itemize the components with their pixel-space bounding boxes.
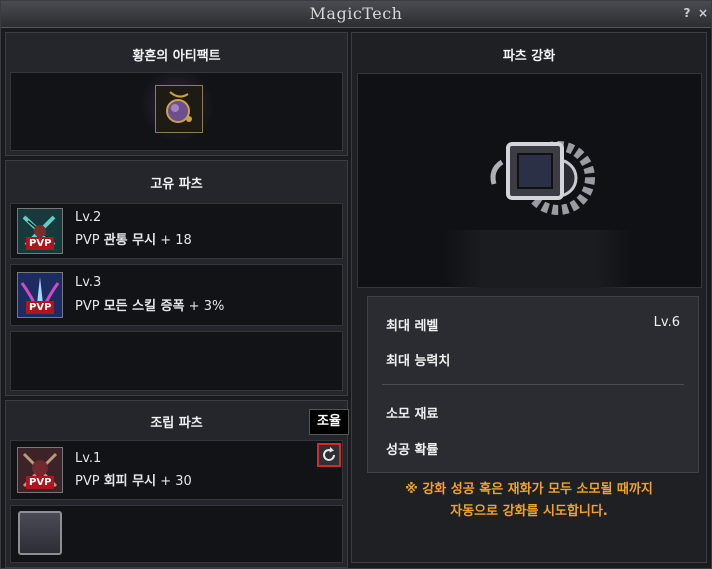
enhance-result-bar [444, 230, 634, 288]
tune-tooltip: 조율 [309, 409, 349, 435]
enhance-title: 파츠 강화 [502, 49, 556, 64]
success-rate-label: 성공 확률 [386, 443, 439, 458]
pvp-badge: PVP [26, 301, 55, 314]
max-stat-row: 최대 능력치 [386, 350, 680, 369]
part-prefix: PVP [75, 299, 100, 314]
gear-frame-icon[interactable] [486, 132, 598, 222]
assembly-parts-title: 조립 파츠 [150, 416, 203, 431]
pvp-crossed-swords-icon: PVP [17, 447, 63, 493]
artifact-title: 황혼의 아티팩트 [132, 49, 221, 64]
max-level-value: Lv.6 [653, 315, 680, 330]
window-title: MagicTech [309, 4, 403, 23]
material-row: 소모 재료 [386, 403, 680, 422]
pvp-badge: PVP [26, 476, 55, 489]
part-level: Lv.3 [75, 275, 102, 290]
tune-tooltip-text: 조율 [317, 414, 341, 429]
enhance-display-area [357, 73, 702, 288]
part-name: 관통 무시 [103, 233, 157, 248]
notice-line-2: 자동으로 강화를 시도합니다. [450, 504, 608, 519]
artifact-slot-area [10, 65, 343, 151]
part-value: + 3% [188, 299, 225, 314]
part-prefix: PVP [75, 233, 100, 248]
part-name: 회피 무시 [103, 474, 157, 489]
notice-line-1: ※ 강화 성공 혹은 재화가 모두 소모될 때까지 [405, 482, 653, 497]
refresh-button[interactable] [317, 443, 341, 467]
material-label: 소모 재료 [386, 407, 439, 422]
part-value: + 30 [160, 474, 192, 489]
unique-part-empty-slot [10, 331, 343, 391]
max-level-row: 최대 레벨 Lv.6 [386, 315, 680, 334]
title-bar[interactable]: MagicTech ? × [1, 1, 711, 28]
unique-parts-title: 고유 파츠 [150, 177, 203, 192]
help-button[interactable]: ? [679, 5, 695, 21]
unique-part-item-1[interactable]: PVP Lv.2 PVP 관통 무시 + 18 [10, 203, 343, 259]
max-stat-label: 최대 능력치 [386, 354, 451, 369]
part-name: 모든 스킬 증폭 [103, 299, 185, 314]
assembly-part-item-1[interactable]: PVP Lv.1 PVP 회피 무시 + 30 [10, 440, 343, 500]
pvp-blue-wings-icon: PVP [17, 272, 63, 318]
part-description: PVP 회피 무시 + 30 [75, 470, 192, 489]
unique-parts-panel: 고유 파츠 PVP Lv.2 PVP 관통 무시 + 18 PVP Lv.3 P… [5, 160, 348, 396]
close-button[interactable]: × [695, 5, 711, 21]
assembly-part-empty-area [10, 505, 343, 563]
stats-divider [382, 384, 684, 385]
refresh-icon [323, 447, 335, 461]
enhance-notice: ※ 강화 성공 혹은 재화가 모두 소모될 때까지 자동으로 강화를 시도합니다… [351, 479, 707, 523]
enhance-stats-box: 최대 레벨 Lv.6 최대 능력치 소모 재료 성공 확률 [367, 296, 699, 473]
unique-part-item-2[interactable]: PVP Lv.3 PVP 모든 스킬 증폭 + 3% [10, 264, 343, 326]
assembly-parts-panel: 조립 파츠 PVP Lv.1 PVP 회피 무시 + 30 [5, 400, 348, 568]
pvp-crossed-blades-icon: PVP [17, 208, 63, 254]
pendant-orb-icon[interactable] [155, 85, 203, 133]
max-level-label: 최대 레벨 [386, 319, 439, 334]
magictech-window: MagicTech ? × 황혼의 아티팩트 고유 파츠 PVP Lv.2 PV… [0, 0, 712, 569]
part-description: PVP 관통 무시 + 18 [75, 229, 192, 248]
part-prefix: PVP [75, 474, 100, 489]
artifact-panel: 황혼의 아티팩트 [5, 32, 348, 156]
empty-slot-icon[interactable] [18, 511, 62, 555]
part-level: Lv.1 [75, 451, 102, 466]
pvp-badge: PVP [26, 237, 55, 250]
part-description: PVP 모든 스킬 증폭 + 3% [75, 295, 224, 314]
part-value: + 18 [160, 233, 192, 248]
success-rate-row: 성공 확률 [386, 439, 680, 458]
part-level: Lv.2 [75, 210, 102, 225]
